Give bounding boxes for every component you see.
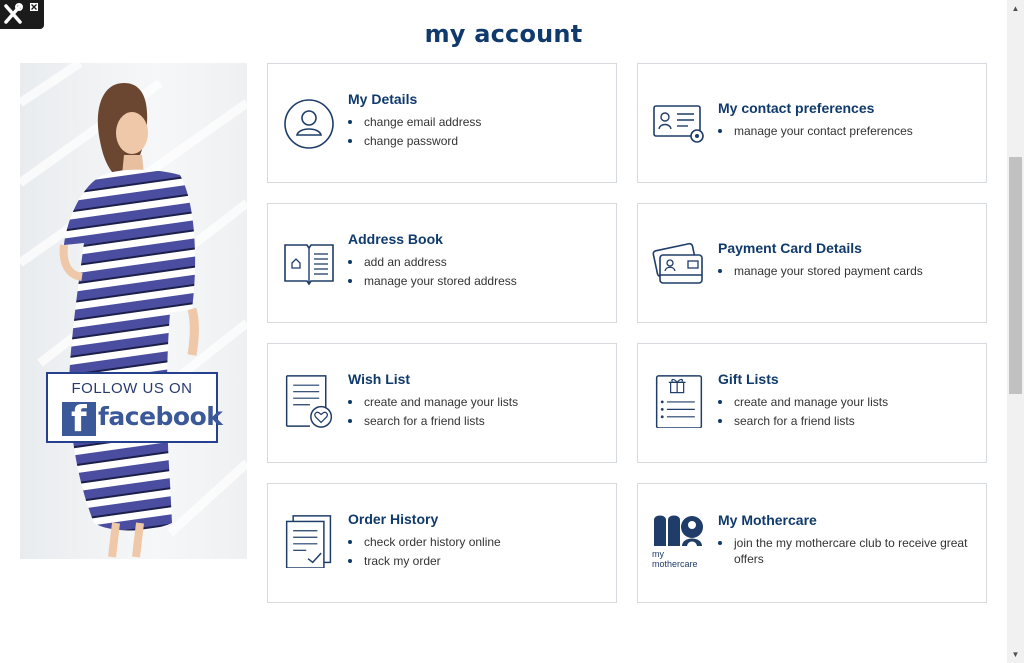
check-order-history-link[interactable]: check order history online	[348, 534, 606, 550]
scroll-down-arrow-icon[interactable]: ▼	[1007, 646, 1024, 663]
scroll-up-arrow-icon[interactable]: ▲	[1007, 0, 1024, 17]
order-history-icon	[285, 515, 332, 568]
manage-contact-preferences-link[interactable]: manage your contact preferences	[718, 123, 976, 139]
card-title[interactable]: Address Book	[348, 231, 606, 247]
manage-gift-lists-link[interactable]: create and manage your lists	[718, 394, 976, 410]
contact-preferences-card[interactable]: My contact preferences manage your conta…	[637, 63, 987, 183]
card-title[interactable]: Wish List	[348, 371, 606, 387]
card-title[interactable]: Order History	[348, 511, 606, 527]
payment-card-details-card[interactable]: Payment Card Details manage your stored …	[637, 203, 987, 323]
search-friend-gift-lists-link[interactable]: search for a friend lists	[718, 413, 976, 429]
gift-list-icon	[655, 375, 703, 428]
change-email-link[interactable]: change email address	[348, 114, 606, 130]
manage-wish-lists-link[interactable]: create and manage your lists	[348, 394, 606, 410]
order-history-card[interactable]: Order History check order history online…	[267, 483, 617, 603]
user-circle-icon	[284, 99, 334, 149]
card-title[interactable]: My Details	[348, 91, 606, 107]
wish-list-heart-icon	[285, 375, 333, 428]
manage-payment-cards-link[interactable]: manage your stored payment cards	[718, 263, 976, 279]
follow-us-facebook-badge[interactable]: FOLLOW US ON f facebook	[46, 372, 223, 443]
mothercare-logo-icon: my mothercare	[652, 514, 706, 572]
track-order-link[interactable]: track my order	[348, 553, 606, 569]
add-address-link[interactable]: add an address	[348, 254, 606, 270]
facebook-wordmark: facebook	[98, 402, 223, 431]
facebook-icon: f	[62, 399, 96, 440]
scrollbar-thumb[interactable]	[1009, 157, 1022, 394]
follow-us-label: FOLLOW US ON	[71, 380, 193, 397]
vertical-scrollbar[interactable]: ▲ ▼	[1007, 0, 1024, 663]
address-book-card[interactable]: Address Book add an address manage your …	[267, 203, 617, 323]
change-password-link[interactable]: change password	[348, 133, 606, 149]
facebook-promo-banner[interactable]: FOLLOW US ON f facebook	[20, 63, 247, 559]
gift-lists-card[interactable]: Gift Lists create and manage your lists …	[637, 343, 987, 463]
address-book-icon	[284, 244, 334, 286]
model-photo	[20, 63, 247, 558]
card-title[interactable]: My Mothercare	[718, 512, 976, 528]
card-title[interactable]: Gift Lists	[718, 371, 976, 387]
payment-cards-icon	[652, 242, 703, 284]
card-title[interactable]: Payment Card Details	[718, 240, 976, 256]
contact-card-gear-icon	[653, 105, 704, 143]
manage-addresses-link[interactable]: manage your stored address	[348, 273, 606, 289]
wish-list-card[interactable]: Wish List create and manage your lists s…	[267, 343, 617, 463]
card-title[interactable]: My contact preferences	[718, 100, 976, 116]
my-details-card[interactable]: My Details change email address change p…	[267, 63, 617, 183]
page-title: my account	[424, 20, 583, 49]
my-mothercare-card[interactable]: my mothercare My Mothercare join the my …	[637, 483, 987, 603]
join-mothercare-club-link[interactable]: join the my mothercare club to receive g…	[718, 535, 976, 567]
search-friend-wish-lists-link[interactable]: search for a friend lists	[348, 413, 606, 429]
